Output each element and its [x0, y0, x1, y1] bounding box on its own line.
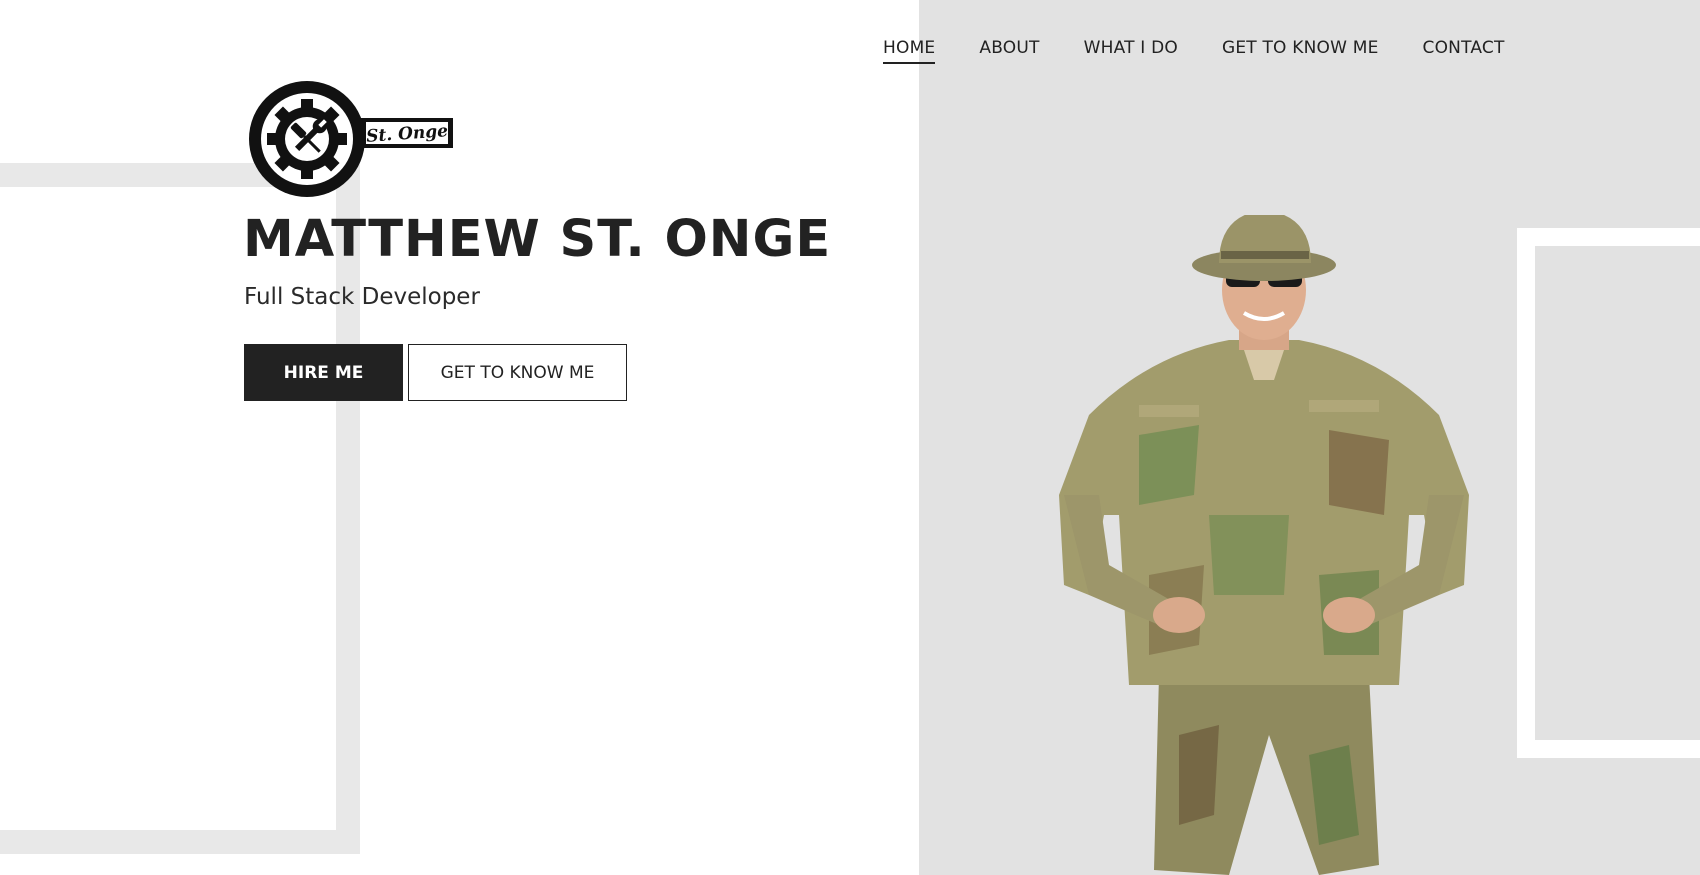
nav-item-about[interactable]: ABOUT	[979, 38, 1039, 64]
nav-item-what-i-do[interactable]: WHAT I DO	[1084, 38, 1178, 64]
get-to-know-me-button[interactable]: GET TO KNOW ME	[408, 344, 627, 401]
main-nav: HOME ABOUT WHAT I DO GET TO KNOW ME CONT…	[883, 38, 1505, 64]
site-logo[interactable]: St. Onge	[244, 76, 466, 202]
hire-me-button[interactable]: HIRE ME	[244, 344, 403, 401]
portrait-image	[1059, 215, 1469, 875]
hero-name: MATTHEW ST. ONGE	[243, 210, 832, 269]
hero-image-panel	[919, 0, 1700, 875]
right-decorative-frame	[1517, 228, 1700, 758]
nav-item-contact[interactable]: CONTACT	[1423, 38, 1505, 64]
nav-item-home[interactable]: HOME	[883, 38, 936, 64]
hero-tagline: Full Stack Developer	[244, 284, 480, 310]
nav-item-get-to-know-me[interactable]: GET TO KNOW ME	[1222, 38, 1379, 64]
